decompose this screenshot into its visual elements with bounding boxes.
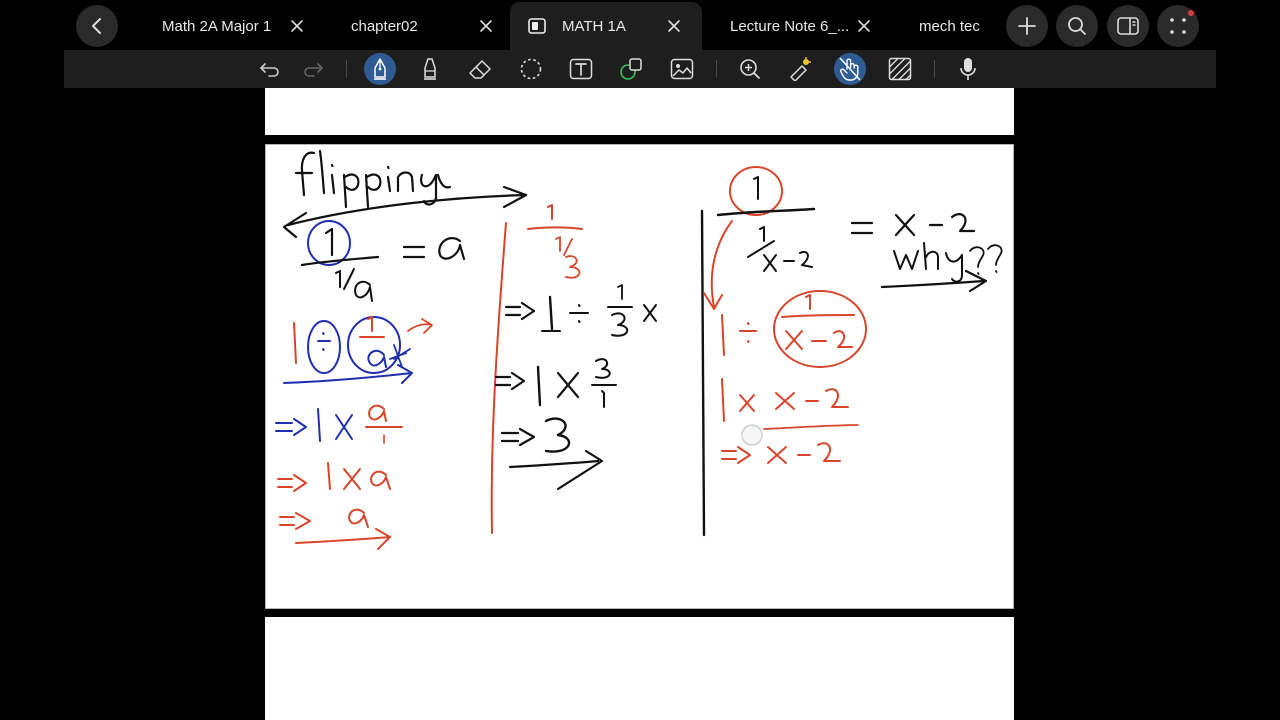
laser-pointer-tool[interactable] <box>783 53 815 85</box>
tab-label: Math 2A Major 1 <box>162 17 272 35</box>
shapes-tool[interactable] <box>615 53 647 85</box>
annotation-toolbar <box>64 50 1216 88</box>
notification-dot <box>1188 10 1194 16</box>
eraser-icon <box>469 60 491 79</box>
close-icon[interactable] <box>856 18 872 34</box>
close-icon[interactable] <box>666 18 682 34</box>
image-icon <box>670 58 694 80</box>
tab-math-1a[interactable]: MATH 1A <box>510 2 702 50</box>
right-column-work <box>700 166 1003 537</box>
redo-button[interactable] <box>297 53 329 85</box>
left-column-work <box>275 220 466 550</box>
lasso-tool[interactable] <box>515 53 547 85</box>
undo-button[interactable] <box>254 53 286 85</box>
laser-icon <box>790 57 811 81</box>
tab-mech-tec[interactable]: mech tec <box>900 2 996 50</box>
highlighter-icon <box>424 58 436 80</box>
toolbar-divider <box>934 60 935 78</box>
pen-icon <box>374 58 386 80</box>
new-tab-button[interactable] <box>1006 5 1048 47</box>
toolbar-divider <box>346 60 347 78</box>
hand-touch-icon <box>839 57 861 81</box>
highlighter-tool[interactable] <box>414 53 446 85</box>
dots-grid-icon <box>1170 18 1186 34</box>
sidebar-icon <box>1117 17 1139 35</box>
plus-icon <box>1018 17 1036 35</box>
handwritten-title <box>294 149 452 209</box>
close-icon[interactable] <box>478 18 494 34</box>
lasso-icon <box>520 58 542 80</box>
paper-pattern-tool[interactable] <box>884 53 916 85</box>
tab-label: Lecture Note 6_... <box>730 17 850 35</box>
zoom-tool[interactable] <box>734 53 766 85</box>
close-icon[interactable] <box>289 18 305 34</box>
chevron-left-icon <box>92 18 101 34</box>
back-button[interactable] <box>76 5 118 47</box>
tab-label: chapter02 <box>351 17 418 35</box>
shapes-icon <box>620 58 642 80</box>
tab-bar: Math 2A Major 1 chapter02 MATH 1A Lectur… <box>0 0 1280 50</box>
note-page[interactable] <box>265 144 1014 609</box>
undo-icon <box>260 63 279 77</box>
search-button[interactable] <box>1056 5 1098 47</box>
record-audio-button[interactable] <box>952 53 984 85</box>
eraser-tool[interactable] <box>464 53 496 85</box>
more-options-button[interactable] <box>1157 5 1199 47</box>
tab-lecture-note-6[interactable]: Lecture Note 6_... <box>710 2 894 50</box>
flip-arrow <box>282 185 528 239</box>
touch-mode-toggle[interactable] <box>834 53 866 85</box>
next-page-top <box>265 617 1014 720</box>
tab-math-2a[interactable]: Math 2A Major 1 <box>128 2 310 50</box>
tab-label: mech tec <box>919 17 980 35</box>
document-tab-icon <box>528 18 546 34</box>
tab-chapter02[interactable]: chapter02 <box>318 2 502 50</box>
sidebar-toggle-button[interactable] <box>1107 5 1149 47</box>
zoom-icon <box>740 59 760 79</box>
pattern-icon <box>888 57 912 81</box>
handwriting-canvas <box>275 149 1003 550</box>
microphone-icon <box>960 58 976 80</box>
image-tool[interactable] <box>666 53 698 85</box>
text-tool[interactable] <box>565 53 597 85</box>
redo-icon <box>304 63 323 77</box>
text-icon <box>569 58 593 80</box>
search-icon <box>1068 17 1086 35</box>
pen-tool[interactable] <box>364 53 396 85</box>
middle-column-work <box>490 204 657 534</box>
toolbar-divider <box>716 60 717 78</box>
previous-page-bottom <box>265 88 1014 135</box>
tab-label: MATH 1A <box>562 17 626 35</box>
